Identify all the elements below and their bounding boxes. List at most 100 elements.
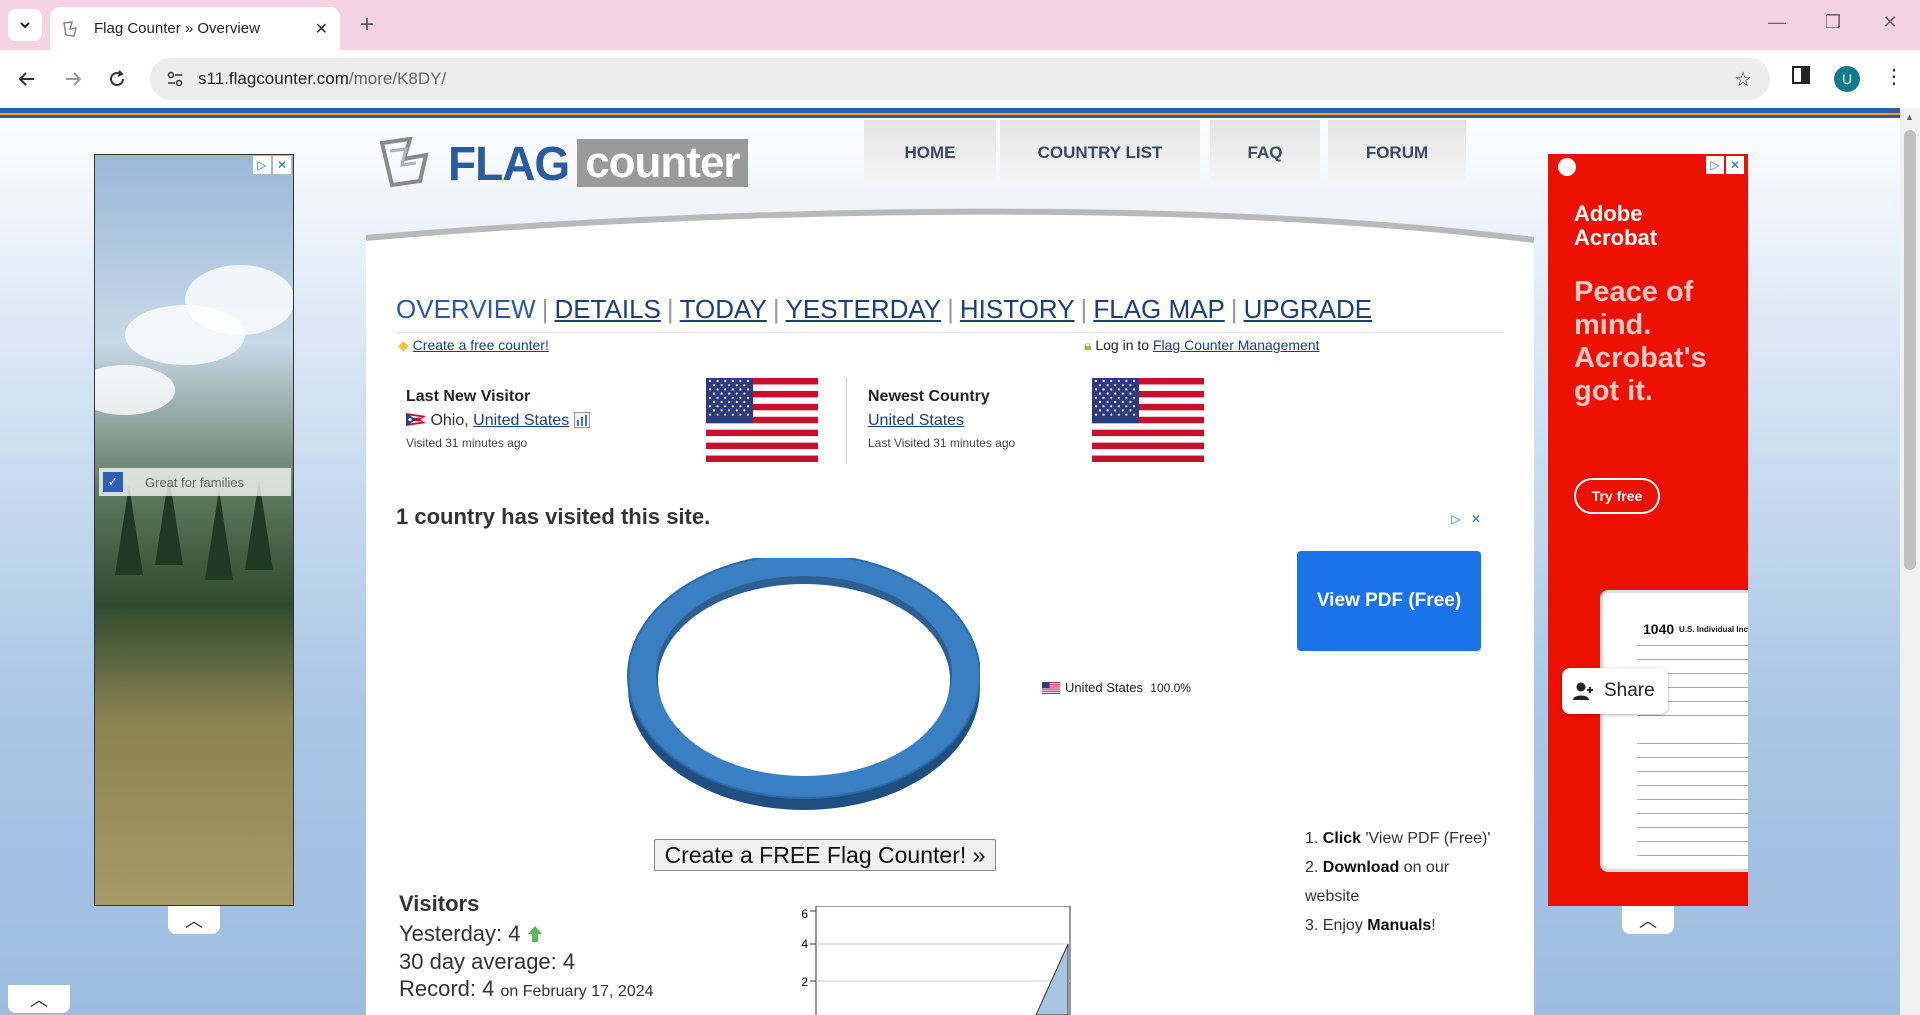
tab-flag-map[interactable]: FLAG MAP [1093,294,1224,324]
ad-close-icon[interactable]: ✕ [273,156,291,174]
y-tick-label: 4 [801,937,808,951]
site-header: FLAG counter HOME COUNTRY LIST FAQ FORUM [366,108,1534,268]
bottom-collapse-button[interactable]: ︿ [8,985,70,1013]
nav-forum[interactable]: FORUM [1328,120,1466,186]
site-info-icon[interactable] [164,68,186,90]
scroll-up-icon[interactable]: ▲ [1905,112,1914,122]
visitors-title: Visitors [399,891,480,916]
right-ad-choices[interactable]: ▷ ✕ [1706,156,1744,174]
up-arrow-icon [527,926,542,942]
profile-avatar[interactable]: U [1834,66,1860,92]
stats-chart-icon[interactable] [573,412,590,428]
page-scrollbar[interactable]: ▲ [1900,108,1920,1015]
flag-logo-icon [379,137,429,188]
star-bullet-icon: ◆ [398,337,409,353]
back-button[interactable] [10,62,44,96]
checkbox-icon: ✓ [103,472,123,492]
step-2: 2. Download on our website [1305,859,1450,905]
lock-icon: 🔒︎ [1084,337,1092,353]
right-ad-collapse-button[interactable]: ︿ [1622,906,1674,934]
chevron-up-icon: ︿ [30,990,48,1010]
nav-country-list[interactable]: COUNTRY LIST [1000,120,1200,186]
tab-overview[interactable]: OVERVIEW [396,294,536,324]
ad-headline: Peace of mind. Acrobat's got it. [1574,276,1707,407]
us-flag-icon [1092,378,1204,462]
newest-country-time: Last Visited 31 minutes ago [868,436,1016,450]
forward-button[interactable] [56,62,90,96]
ad-close-icon[interactable]: ✕ [1467,510,1485,528]
pie-legend-label: United States 100.0% [1042,680,1191,695]
us-mini-flag-icon [1042,681,1060,694]
ad-choices-icon[interactable]: ▷ [1706,156,1724,174]
chevron-up-icon: ︿ [185,911,203,931]
create-counter-link-row: ◆ Create a free counter! [398,337,549,354]
pdf-steps: 1. Click 'View PDF (Free)' 2. Download o… [1305,824,1495,940]
country-pie-chart [627,558,980,810]
tab-search-button[interactable] [8,9,42,41]
tab-upgrade[interactable]: UPGRADE [1244,294,1373,324]
chevron-up-icon: ︿ [1639,911,1657,931]
active-tab[interactable]: Flag Counter » Overview ✕ [50,7,340,50]
side-panel-icon[interactable] [1790,64,1812,91]
yesterday-stat: Yesterday: 4 [399,921,543,947]
new-tab-button[interactable]: + [352,10,382,40]
close-window-button[interactable]: ✕ [1878,12,1902,33]
url-text: s11.flagcounter.com/more/K8DY/ [198,69,447,88]
y-tick-label: 2 [801,975,808,989]
tab-details[interactable]: DETAILS [554,294,660,324]
last-visitor-location: Ohio, United States [406,412,590,430]
y-tick-label: 6 [801,907,808,921]
ad-choices-icon[interactable]: ▷ [1447,510,1465,528]
restore-button[interactable]: ❐ [1821,12,1845,33]
add-person-icon [1573,682,1593,700]
management-link[interactable]: Flag Counter Management [1153,337,1320,353]
step-3: 3. Enjoy Manuals! [1305,917,1436,934]
forward-arrow-icon [66,72,82,86]
ad-close-icon[interactable]: ✕ [1726,156,1744,174]
nav-home[interactable]: HOME [864,120,996,186]
try-free-button[interactable]: Try free [1574,478,1660,514]
reload-icon [110,70,124,86]
last-visitor-title: Last New Visitor [406,388,531,405]
inline-ad-choices[interactable]: ▷ ✕ [1447,510,1485,528]
share-button[interactable]: Share [1562,668,1668,714]
thirty-day-average: 30 day average: 4 [399,949,576,974]
scrollbar-thumb[interactable] [1904,130,1916,570]
divider [396,332,1504,333]
stats-subnav: OVERVIEW | DETAILS | TODAY | YESTERDAY | HISTORY… [396,294,1373,324]
address-bar[interactable]: s11.flagcounter.com/more/K8DY/ ☆ [150,58,1770,100]
tab-strip: Flag Counter » Overview ✕ + — ❐ ✕ [0,0,1920,50]
login-link-row: 🔒︎ Log in to Flag Counter Management [1084,337,1320,353]
ad-choices[interactable]: ▷ ✕ [253,156,291,174]
nav-faq[interactable]: FAQ [1210,120,1320,186]
reload-button[interactable] [100,62,134,96]
newest-country-line: United States [868,412,964,430]
flag-counter-favicon-icon [63,20,78,37]
ad-brand: Adobe Acrobat [1574,201,1658,250]
us-flag-icon [706,378,818,462]
tab-yesterday[interactable]: YESTERDAY [786,294,942,324]
tab-close-icon[interactable]: ✕ [315,19,328,39]
create-free-counter-button[interactable]: Create a FREE Flag Counter! » [654,839,996,871]
tab-today[interactable]: TODAY [680,294,767,324]
left-ad-collapse-button[interactable]: ︿ [168,906,220,934]
view-pdf-button[interactable]: View PDF (Free) [1297,551,1481,651]
newest-country-link[interactable]: United States [868,412,964,429]
right-advertisement[interactable]: Adobe Acrobat Peace of mind. Acrobat's go… [1548,154,1748,906]
flag-counter-logo[interactable]: FLAG counter [376,136,748,190]
bookmark-star-icon[interactable]: ☆ [1734,67,1752,92]
left-advertisement[interactable]: ✓ Great for families [94,154,294,906]
last-visitor-country-link[interactable]: United States [473,412,569,429]
shield-icon [1558,158,1576,176]
tab-history[interactable]: HISTORY [960,294,1075,324]
ad-choices-icon[interactable]: ▷ [253,156,271,174]
web-page: ✓ Great for families ▷ ✕ ︿ ︿ Adobe Acrobat… [0,108,1900,1015]
browser-toolbar: s11.flagcounter.com/more/K8DY/ ☆ ⋮ [0,50,1920,108]
ad-caption: ✓ Great for families [99,468,291,496]
visitors-line-chart: 6 4 2 [801,906,1071,1015]
minimize-button[interactable]: — [1765,12,1789,33]
browser-menu-icon[interactable]: ⋮ [1884,64,1904,89]
back-arrow-icon [18,72,34,86]
record-stat: Record: 4 on February 17, 2024 [399,976,654,1001]
create-free-counter-link[interactable]: Create a free counter! [413,337,549,353]
